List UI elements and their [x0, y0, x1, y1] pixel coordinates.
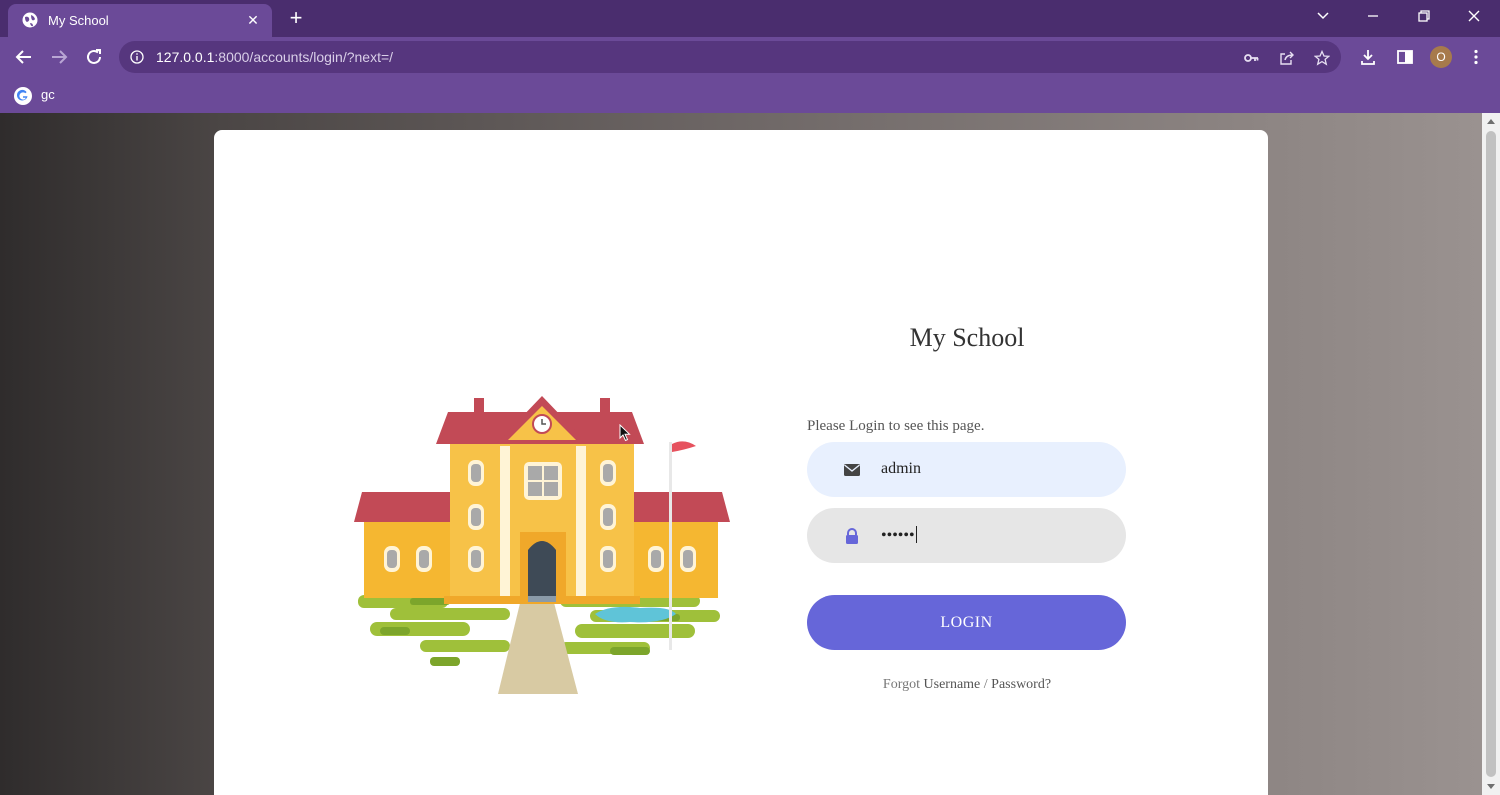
key-icon[interactable] [1241, 48, 1261, 68]
minimize-icon[interactable] [1358, 4, 1388, 28]
globe-icon [22, 12, 38, 28]
forgot-username-link[interactable]: Username [924, 677, 981, 692]
profile-avatar[interactable]: O [1430, 46, 1452, 68]
login-card: My School Please Login to see this page.… [214, 130, 1268, 795]
share-icon[interactable] [1277, 48, 1297, 68]
password-field[interactable]: •••••• [807, 508, 1126, 563]
back-icon[interactable] [12, 45, 36, 69]
username-value: admin [881, 460, 921, 477]
scroll-up-arrow[interactable] [1487, 119, 1495, 124]
chevron-down-icon[interactable] [1308, 4, 1338, 28]
login-button[interactable]: LOGIN [807, 595, 1126, 650]
tab-strip: My School ✕ + [0, 0, 1500, 37]
mouse-cursor-icon [619, 424, 631, 442]
page-viewport: My School Please Login to see this page.… [0, 113, 1482, 795]
download-icon[interactable] [1357, 46, 1379, 68]
address-url: 127.0.0.1:8000/accounts/login/?next=/ [156, 49, 394, 65]
scrollbar-thumb[interactable] [1486, 131, 1496, 777]
tab-title: My School [48, 13, 109, 28]
envelope-icon [844, 464, 860, 476]
forward-icon[interactable] [47, 45, 71, 69]
info-icon[interactable] [130, 50, 144, 64]
restore-icon[interactable] [1409, 4, 1439, 28]
login-prompt: Please Login to see this page. [807, 418, 985, 434]
google-icon [14, 87, 32, 105]
star-icon[interactable] [1312, 48, 1332, 68]
username-field[interactable]: admin [807, 442, 1126, 497]
vertical-scrollbar[interactable] [1482, 113, 1500, 795]
school-building-illustration [354, 396, 730, 694]
bookmarks-bar: gc [0, 77, 1500, 113]
forgot-password-link[interactable]: Password? [991, 677, 1051, 692]
text-caret [915, 526, 917, 543]
close-icon[interactable] [1459, 4, 1489, 28]
kebab-menu-icon[interactable] [1465, 46, 1487, 68]
password-value: •••••• [881, 526, 917, 544]
address-bar[interactable]: 127.0.0.1:8000/accounts/login/?next=/ [119, 41, 1341, 73]
browser-toolbar: 127.0.0.1:8000/accounts/login/?next=/ O [0, 37, 1500, 77]
sidepanel-icon[interactable] [1394, 46, 1416, 68]
scroll-down-arrow[interactable] [1487, 784, 1495, 789]
close-icon[interactable]: ✕ [244, 11, 262, 29]
page-title: My School [909, 323, 1025, 352]
plus-icon[interactable]: + [284, 6, 308, 30]
lock-icon [846, 528, 858, 544]
browser-tab[interactable]: My School ✕ [8, 4, 272, 37]
reload-icon[interactable] [82, 45, 106, 69]
forgot-credentials: Forgot Username / Password? [882, 677, 1052, 692]
